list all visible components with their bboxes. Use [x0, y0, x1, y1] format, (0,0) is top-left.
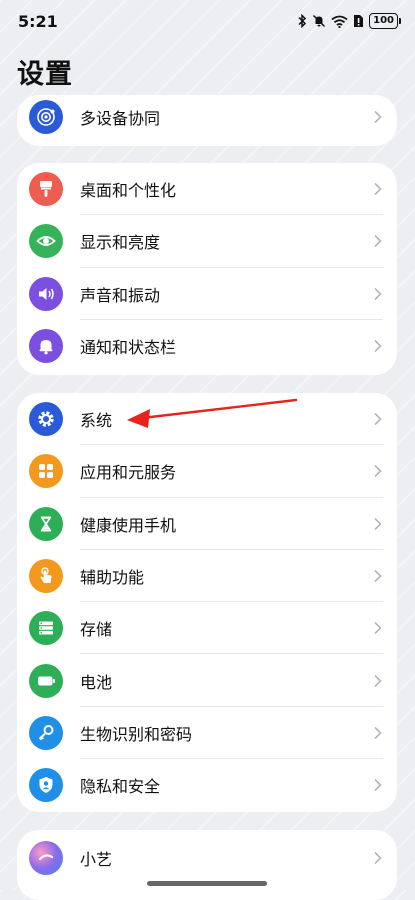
settings-item-biometrics-password[interactable]: 生物识别和密码	[17, 707, 397, 760]
chevron-right-icon	[374, 235, 382, 248]
chevron-right-icon	[374, 569, 382, 583]
settings-item-label: 系统	[80, 411, 113, 431]
chevron-right-icon	[374, 339, 382, 353]
page-title: 设置	[17, 59, 73, 90]
settings-item-label: 桌面和个性化	[80, 181, 177, 201]
battery-tip	[399, 18, 401, 24]
settings-item-label: 隐私和安全	[80, 777, 161, 797]
settings-item-accessibility[interactable]: 辅助功能	[17, 550, 397, 603]
settings-item-label: 存储	[80, 620, 113, 640]
wifi-icon	[331, 15, 348, 28]
chevron-right-icon	[374, 622, 382, 635]
sim-alert-icon	[354, 15, 364, 27]
status-icons: 100	[297, 13, 401, 29]
settings-item-label: 小艺	[80, 850, 113, 870]
settings-card-connectivity: 多设备协同	[17, 95, 397, 146]
bell-icon	[29, 329, 63, 364]
hourglass-icon	[29, 506, 63, 541]
settings-item-privacy-security[interactable]: 隐私和安全	[17, 759, 397, 811]
settings-card-system: 系统 应用和元服务 健康使用手机 辅助功能 存储 电池 生物识别和密码 隐私和安…	[17, 393, 397, 812]
chevron-right-icon	[374, 779, 382, 792]
bluetooth-icon	[298, 14, 307, 28]
settings-item-storage[interactable]: 存储	[17, 602, 397, 655]
settings-item-label: 生物识别和密码	[80, 724, 193, 744]
multi-device-icon	[29, 100, 63, 135]
gear-icon	[29, 402, 63, 437]
settings-item-notifications-statusbar[interactable]: 通知和状态栏	[17, 320, 397, 372]
paint-brush-icon	[29, 172, 63, 207]
xiaoyi-icon	[29, 841, 63, 876]
chevron-right-icon	[374, 413, 382, 426]
settings-item-multi-device[interactable]: 多设备协同	[17, 95, 397, 143]
settings-item-digital-balance[interactable]: 健康使用手机	[17, 498, 397, 550]
mute-bell-icon	[313, 14, 326, 28]
chevron-right-icon	[374, 852, 382, 865]
hand-tap-icon	[29, 559, 63, 594]
status-time: 5:21	[18, 12, 58, 31]
chevron-right-icon	[374, 111, 382, 124]
settings-item-battery[interactable]: 电池	[17, 654, 397, 707]
settings-item-label: 辅助功能	[80, 568, 145, 588]
settings-item-sound-vibration[interactable]: 声音和振动	[17, 268, 397, 320]
storage-icon	[29, 611, 63, 646]
settings-item-system[interactable]: 系统	[17, 393, 397, 446]
speaker-icon	[29, 276, 63, 311]
eye-icon	[29, 224, 63, 259]
battery-icon	[29, 663, 63, 698]
privacy-shield-icon	[29, 768, 63, 803]
key-icon	[29, 715, 63, 750]
settings-item-label: 多设备协同	[80, 109, 161, 129]
settings-item-desktop-personalization[interactable]: 桌面和个性化	[17, 163, 397, 216]
settings-item-label: 通知和状态栏	[80, 338, 177, 358]
settings-item-label: 健康使用手机	[80, 515, 177, 535]
chevron-right-icon	[374, 517, 382, 530]
chevron-right-icon	[374, 674, 382, 687]
settings-item-label: 电池	[80, 672, 113, 692]
settings-item-xiaoyi[interactable]: 小艺	[17, 832, 397, 884]
battery-level: 100	[369, 13, 398, 29]
chevron-right-icon	[374, 726, 382, 739]
settings-item-label: 声音和振动	[80, 285, 161, 305]
chevron-right-icon	[374, 183, 382, 196]
settings-item-label: 显示和亮度	[80, 233, 161, 253]
settings-card-personalization: 桌面和个性化 显示和亮度 声音和振动 通知和状态栏	[17, 163, 397, 375]
settings-item-display-brightness[interactable]: 显示和亮度	[17, 215, 397, 268]
battery-indicator: 100	[369, 13, 401, 29]
settings-item-apps-services[interactable]: 应用和元服务	[17, 445, 397, 498]
chevron-right-icon	[374, 287, 382, 300]
home-indicator[interactable]	[147, 881, 267, 886]
status-bar: 5:21 100	[0, 0, 415, 44]
settings-item-label: 应用和元服务	[80, 463, 177, 483]
apps-grid-icon	[29, 454, 63, 489]
chevron-right-icon	[374, 465, 382, 478]
